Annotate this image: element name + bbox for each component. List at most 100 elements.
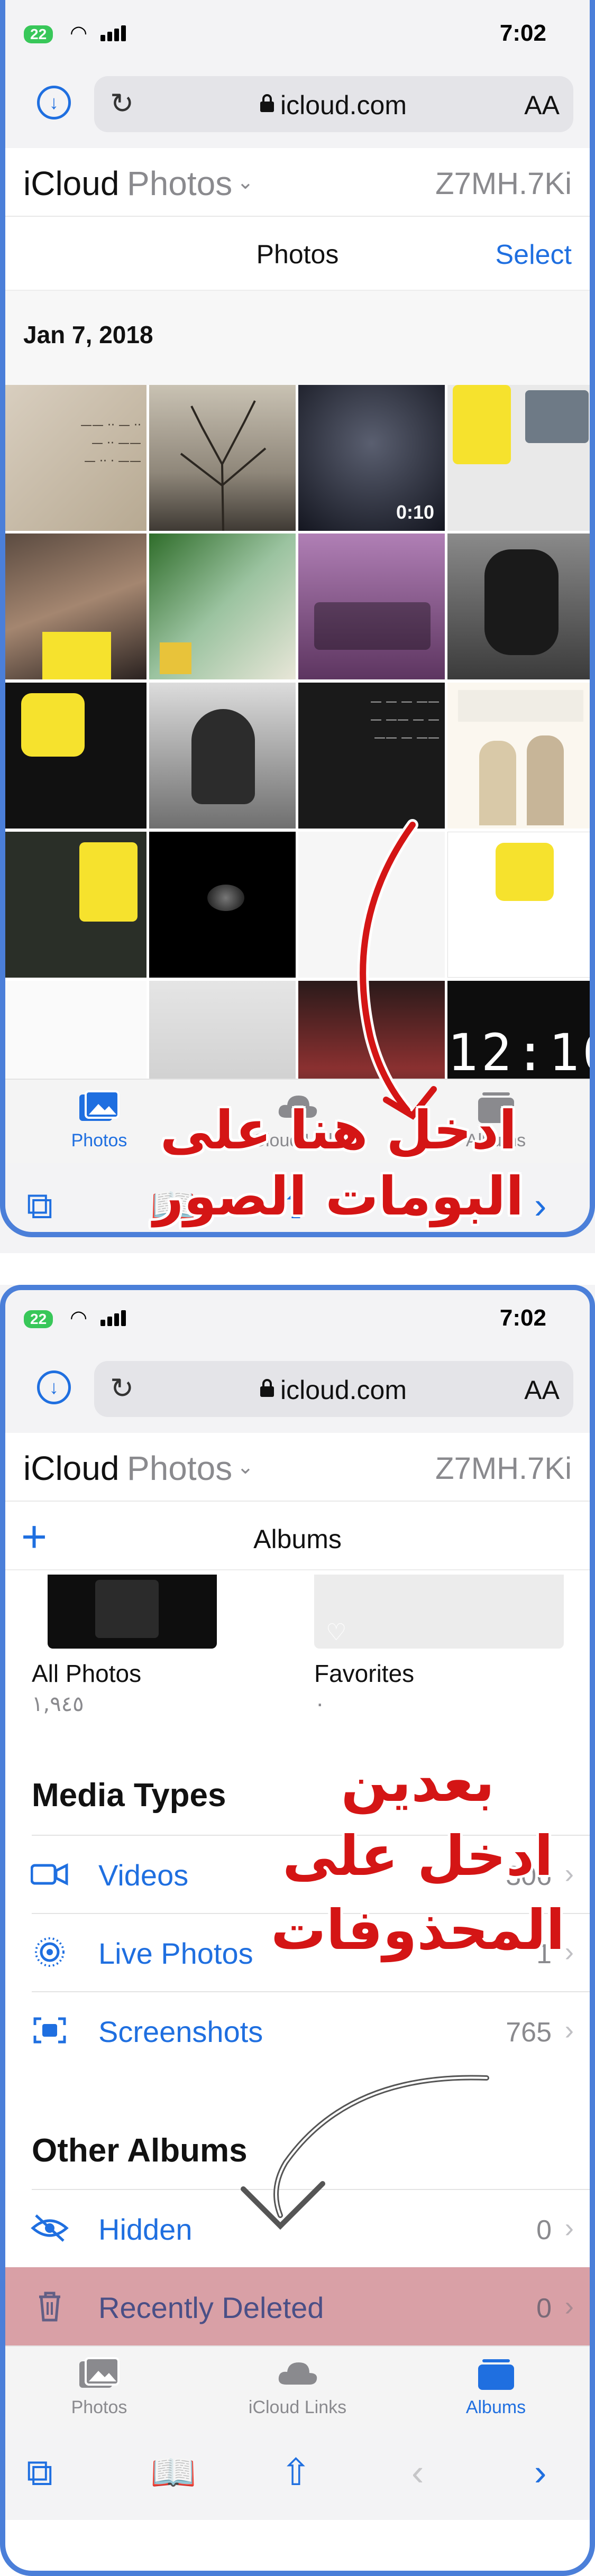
photo-thumbnail[interactable] [447, 683, 594, 829]
download-icon[interactable]: ↓ [37, 86, 71, 119]
trash-icon [39, 2292, 60, 2322]
account-name[interactable]: Z7MH.7Ki [435, 1451, 572, 1486]
battery-indicator: 22 [24, 1310, 53, 1328]
album-all-photos[interactable] [48, 1575, 217, 1649]
url-text: icloud.com [280, 90, 407, 120]
clock-time: 7:02 [499, 1305, 546, 1331]
photo-thumbnail[interactable]: —— ·· — ·· — ·· —— — ·· · —— [0, 385, 147, 531]
video-icon [31, 1863, 68, 1886]
photo-thumbnail[interactable] [149, 533, 296, 679]
account-name[interactable]: Z7MH.7Ki [435, 166, 572, 201]
album-row-recently-deleted[interactable]: Recently Deleted 0 › [0, 2267, 595, 2345]
tab-icloud-links[interactable]: iCloud Links [198, 2347, 397, 2431]
row-label: Hidden [98, 2213, 193, 2246]
wifi-icon: ◠ [70, 1307, 88, 1329]
album-name: All Photos [32, 1660, 142, 1687]
text-size-button[interactable]: AA [524, 1375, 560, 1405]
albums-icon [478, 2359, 514, 2390]
lock-icon [260, 1379, 274, 1397]
safari-address-bar: ↓ ↻ icloud.com AA [0, 1354, 595, 1433]
url-field[interactable]: ↻ icloud.com AA [94, 1361, 573, 1417]
chevron-down-icon[interactable]: ⌄ [237, 170, 254, 194]
photo-thumbnail[interactable] [447, 385, 594, 531]
wifi-icon: ◠ [70, 22, 88, 44]
safari-address-bar: ↓ ↻ icloud.com AA [0, 69, 595, 148]
date-label: Jan 7, 2018 [23, 321, 153, 348]
back-icon[interactable]: ‹ [411, 2451, 424, 2494]
photos-toolbar: Photos Select [0, 217, 595, 291]
tab-albums[interactable]: Albums [397, 2347, 595, 2431]
safari-toolbar: ⧉ 📖 ⇧ ‹ › [0, 2430, 595, 2520]
row-count: 765 [506, 2017, 552, 2048]
app-switcher[interactable]: Photos [127, 164, 232, 203]
download-icon[interactable]: ↓ [37, 1370, 71, 1404]
share-icon[interactable]: ⇧ [280, 2451, 312, 2494]
annotation-text: بعدين ادخل على المحذوفات [271, 1750, 565, 1962]
eye-slash-icon [31, 2214, 69, 2242]
tab-label: iCloud Links [248, 2397, 347, 2417]
chevron-down-icon[interactable]: ⌄ [237, 1455, 254, 1479]
photo-thumbnail[interactable] [0, 683, 147, 829]
screenshot-albums: 22 ◠ 7:02 ↓ ↻ icloud.com AA iCloud Photo… [0, 1285, 595, 2576]
photo-thumbnail[interactable] [447, 533, 594, 679]
screenshot-icon [33, 2017, 66, 2044]
icloud-header: iCloud Photos ⌄ Z7MH.7Ki [0, 148, 595, 217]
row-label: Live Photos [98, 1937, 253, 1970]
select-button[interactable]: Select [495, 239, 572, 271]
annotation-arrow [241, 2075, 489, 2230]
row-label: Screenshots [98, 2015, 263, 2048]
photo-thumbnail[interactable] [0, 533, 147, 679]
albums-toolbar: + Albums [0, 1502, 595, 1570]
tab-bar: Photos iCloud Links Albums [0, 2345, 595, 2430]
page-title: Albums [253, 1524, 342, 1554]
photo-thumbnail[interactable] [149, 385, 296, 531]
forward-icon[interactable]: › [534, 2451, 546, 2494]
text-size-button[interactable]: AA [524, 90, 560, 121]
lock-icon [260, 94, 274, 112]
signal-icon [100, 1309, 129, 1326]
bookmarks-icon[interactable]: 📖 [150, 2451, 196, 2494]
chevron-right-icon: › [564, 2015, 574, 2046]
reload-icon[interactable]: ↻ [110, 88, 134, 119]
albums-strip: All Photos ١,٩٤٥ ♡ Favorites ٠ [0, 1575, 595, 1733]
section-heading: Media Types [32, 1777, 226, 1814]
url-field[interactable]: ↻ icloud.com AA [94, 76, 573, 132]
tab-label: Albums [465, 2397, 526, 2417]
status-bar: 22 ◠ 7:02 [0, 0, 595, 69]
row-label: Recently Deleted [98, 2291, 324, 2324]
tabs-icon[interactable]: ⧉ [26, 1184, 53, 1227]
reload-icon[interactable]: ↻ [110, 1373, 134, 1404]
heart-icon: ♡ [326, 1620, 347, 1645]
url-text: icloud.com [280, 1375, 407, 1405]
chevron-right-icon: › [564, 1859, 574, 1889]
row-count: 0 [536, 2293, 552, 2324]
photos-icon [79, 1090, 120, 1121]
photos-icon [79, 2357, 120, 2388]
date-header: Jan 7, 2018 [0, 291, 595, 385]
tabs-icon[interactable]: ⧉ [26, 2451, 53, 2494]
photo-thumbnail[interactable] [149, 832, 296, 978]
tab-label: Photos [71, 2397, 127, 2417]
battery-indicator: 22 [24, 25, 53, 43]
chevron-right-icon: › [564, 2291, 574, 2322]
screenshot-photos: 22 ◠ 7:02 ↓ ↻ icloud.com AA iCloud Photo… [0, 0, 595, 1258]
photo-thumbnail[interactable] [0, 832, 147, 978]
tab-photos[interactable]: Photos [0, 2347, 198, 2431]
row-count: 0 [536, 2215, 552, 2246]
video-thumbnail[interactable]: 0:10 [298, 385, 445, 531]
photo-thumbnail[interactable]: — — — —— — —— — — —— — —— [298, 683, 445, 829]
app-switcher[interactable]: Photos [127, 1449, 232, 1488]
chevron-right-icon: › [564, 2213, 574, 2243]
album-count: ١,٩٤٥ [32, 1692, 84, 1716]
album-favorites[interactable]: ♡ [314, 1575, 564, 1649]
row-label: Videos [98, 1859, 189, 1892]
annotation-text: ادخل هنا على البومات الصور [153, 1099, 524, 1227]
photo-thumbnail[interactable] [149, 683, 296, 829]
annotation-arrow [357, 819, 437, 1120]
clock-time: 7:02 [499, 20, 546, 46]
album-count: ٠ [314, 1692, 326, 1716]
signal-icon [100, 24, 129, 41]
icloud-header: iCloud Photos ⌄ Z7MH.7Ki [0, 1433, 595, 1502]
photo-thumbnail[interactable] [298, 533, 445, 679]
icloud-logo: iCloud [23, 1449, 120, 1487]
